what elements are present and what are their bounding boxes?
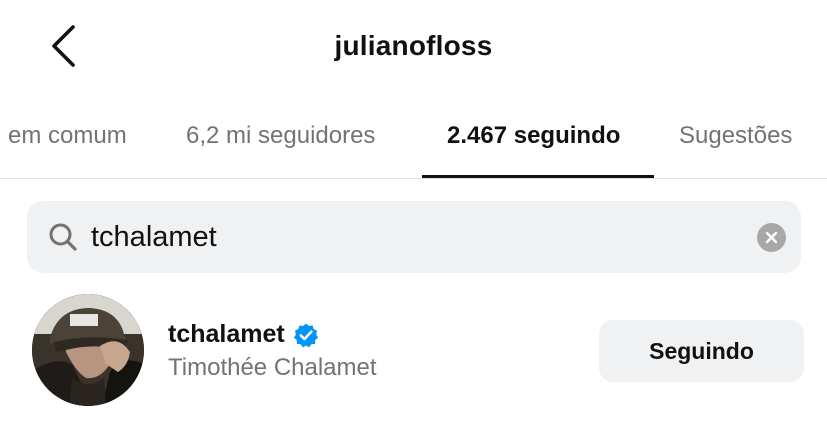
profile-photo [32,294,144,406]
full-name: Timothée Chalamet [168,354,377,381]
clear-icon [765,231,778,244]
list-item[interactable]: tchalamet Timothée Chalamet Seguindo [0,290,827,410]
search-bar [27,201,801,273]
header: julianofloss [0,0,827,100]
username[interactable]: tchalamet [168,320,285,349]
page-title: julianofloss [334,30,493,61]
following-button[interactable]: Seguindo [599,320,804,382]
tab-following[interactable]: 2.467 seguindo [447,122,620,150]
avatar[interactable] [32,294,144,406]
active-tab-indicator [422,175,654,178]
verified-badge-icon [293,323,318,347]
tab-mutual[interactable]: em comum [8,122,127,150]
clear-search-button[interactable] [757,223,786,252]
search-icon [49,223,77,251]
tab-suggestions[interactable]: Sugestões [679,122,792,150]
search-input[interactable] [91,215,731,259]
following-list-screen: julianofloss em comum 6,2 mi seguidores … [0,0,827,448]
tab-bar: em comum 6,2 mi seguidores 2.467 seguind… [0,100,827,179]
username-line: tchalamet [168,320,319,349]
tab-followers[interactable]: 6,2 mi seguidores [186,122,375,150]
